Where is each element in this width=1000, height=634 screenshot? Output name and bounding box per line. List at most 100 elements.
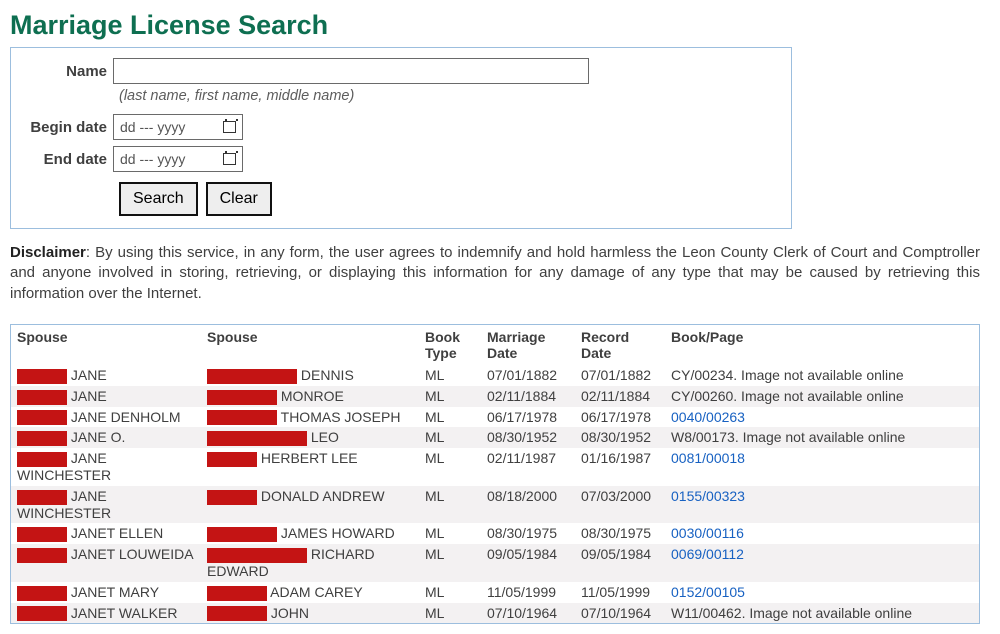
cell-book-page[interactable]: 0152/00105 [665, 582, 979, 603]
cell-marriage-date: 07/01/1882 [481, 365, 575, 386]
cell-record-date: 06/17/1978 [575, 407, 665, 428]
cell-record-date: 08/30/1952 [575, 427, 665, 448]
disclaimer: Disclaimer: By using this service, in an… [10, 243, 980, 304]
cell-spouse1: JANE O. [11, 427, 201, 448]
redaction-block [207, 548, 307, 563]
col-book-page[interactable]: Book/Page [665, 325, 979, 365]
cell-spouse1: JANE [11, 365, 201, 386]
col-spouse2[interactable]: Spouse [201, 325, 419, 365]
redaction-block [207, 431, 307, 446]
cell-marriage-date: 02/11/1987 [481, 448, 575, 486]
cell-book-page: CY/00234. Image not available online [665, 365, 979, 386]
cell-book-page[interactable]: 0155/00323 [665, 486, 979, 524]
redaction-block [17, 548, 67, 563]
cell-book-type: ML [419, 386, 481, 407]
cell-book-type: ML [419, 448, 481, 486]
cell-book-page[interactable]: 0030/00116 [665, 523, 979, 544]
table-row[interactable]: JANE WINCHESTER HERBERT LEEML02/11/19870… [11, 448, 979, 486]
table-row[interactable]: JANET WALKER JOHNML07/10/196407/10/1964W… [11, 603, 979, 624]
cell-marriage-date: 08/18/2000 [481, 486, 575, 524]
redaction-block [207, 410, 277, 425]
col-spouse1[interactable]: Spouse [11, 325, 201, 365]
end-date-input[interactable]: dd --- yyyy [113, 146, 243, 172]
cell-spouse2: LEO [201, 427, 419, 448]
end-date-value: dd --- yyyy [120, 151, 185, 167]
cell-spouse1: JANET ELLEN [11, 523, 201, 544]
redaction-block [17, 410, 67, 425]
table-row[interactable]: JANE DENNISML07/01/188207/01/1882CY/0023… [11, 365, 979, 386]
cell-record-date: 07/01/1882 [575, 365, 665, 386]
table-row[interactable]: JANET MARY ADAM CAREYML11/05/199911/05/1… [11, 582, 979, 603]
table-row[interactable]: JANE DENHOLM THOMAS JOSEPHML06/17/197806… [11, 407, 979, 428]
table-row[interactable]: JANET LOUWEIDA RICHARD EDWARDML09/05/198… [11, 544, 979, 582]
table-row[interactable]: JANE MONROEML02/11/188402/11/1884CY/0026… [11, 386, 979, 407]
cell-spouse2: JAMES HOWARD [201, 523, 419, 544]
calendar-icon[interactable] [223, 153, 236, 165]
cell-record-date: 11/05/1999 [575, 582, 665, 603]
cell-book-page: CY/00260. Image not available online [665, 386, 979, 407]
cell-book-page[interactable]: 0081/00018 [665, 448, 979, 486]
redaction-block [17, 527, 67, 542]
search-panel: Name (last name, first name, middle name… [10, 47, 792, 229]
cell-spouse2: RICHARD EDWARD [201, 544, 419, 582]
redaction-block [207, 606, 267, 621]
end-date-label: End date [21, 151, 113, 168]
table-row[interactable]: JANET ELLEN JAMES HOWARDML08/30/197508/3… [11, 523, 979, 544]
cell-spouse2: HERBERT LEE [201, 448, 419, 486]
col-record-date[interactable]: Record Date [575, 325, 665, 365]
cell-spouse1: JANE WINCHESTER [11, 448, 201, 486]
cell-spouse1: JANET LOUWEIDA [11, 544, 201, 582]
redaction-block [207, 586, 267, 601]
table-row[interactable]: JANE WINCHESTER DONALD ANDREWML08/18/200… [11, 486, 979, 524]
cell-record-date: 09/05/1984 [575, 544, 665, 582]
cell-spouse2: DONALD ANDREW [201, 486, 419, 524]
begin-date-value: dd --- yyyy [120, 119, 185, 135]
col-marriage-date[interactable]: Marriage Date [481, 325, 575, 365]
page-title: Marriage License Search [10, 10, 990, 41]
begin-date-input[interactable]: dd --- yyyy [113, 114, 243, 140]
cell-book-type: ML [419, 544, 481, 582]
redaction-block [17, 369, 67, 384]
calendar-icon[interactable] [223, 121, 236, 133]
cell-book-type: ML [419, 427, 481, 448]
name-input[interactable] [113, 58, 589, 84]
cell-marriage-date: 02/11/1884 [481, 386, 575, 407]
cell-marriage-date: 09/05/1984 [481, 544, 575, 582]
cell-book-type: ML [419, 365, 481, 386]
cell-record-date: 08/30/1975 [575, 523, 665, 544]
cell-record-date: 01/16/1987 [575, 448, 665, 486]
cell-book-type: ML [419, 407, 481, 428]
cell-record-date: 07/03/2000 [575, 486, 665, 524]
redaction-block [17, 390, 67, 405]
cell-spouse2: JOHN [201, 603, 419, 624]
cell-book-page[interactable]: 0069/00112 [665, 544, 979, 582]
cell-book-type: ML [419, 523, 481, 544]
col-book-type[interactable]: Book Type [419, 325, 481, 365]
cell-marriage-date: 07/10/1964 [481, 603, 575, 624]
results-panel[interactable]: Spouse Spouse Book Type Marriage Date Re… [10, 324, 980, 624]
redaction-block [207, 527, 277, 542]
redaction-block [17, 606, 67, 621]
cell-spouse1: JANE DENHOLM [11, 407, 201, 428]
cell-spouse1: JANE [11, 386, 201, 407]
cell-book-page[interactable]: 0040/00263 [665, 407, 979, 428]
name-hint: (last name, first name, middle name) [119, 86, 781, 112]
search-button[interactable]: Search [119, 182, 198, 216]
clear-button[interactable]: Clear [206, 182, 272, 216]
disclaimer-label: Disclaimer [10, 244, 86, 261]
cell-marriage-date: 08/30/1952 [481, 427, 575, 448]
cell-marriage-date: 08/30/1975 [481, 523, 575, 544]
cell-record-date: 07/10/1964 [575, 603, 665, 624]
cell-book-type: ML [419, 582, 481, 603]
cell-book-type: ML [419, 486, 481, 524]
redaction-block [17, 431, 67, 446]
begin-date-label: Begin date [21, 119, 113, 136]
cell-marriage-date: 11/05/1999 [481, 582, 575, 603]
cell-book-type: ML [419, 603, 481, 624]
cell-spouse2: MONROE [201, 386, 419, 407]
table-row[interactable]: JANE O. LEOML08/30/195208/30/1952W8/0017… [11, 427, 979, 448]
redaction-block [17, 490, 67, 505]
redaction-block [17, 452, 67, 467]
results-table: Spouse Spouse Book Type Marriage Date Re… [11, 325, 979, 624]
cell-book-page: W8/00173. Image not available online [665, 427, 979, 448]
